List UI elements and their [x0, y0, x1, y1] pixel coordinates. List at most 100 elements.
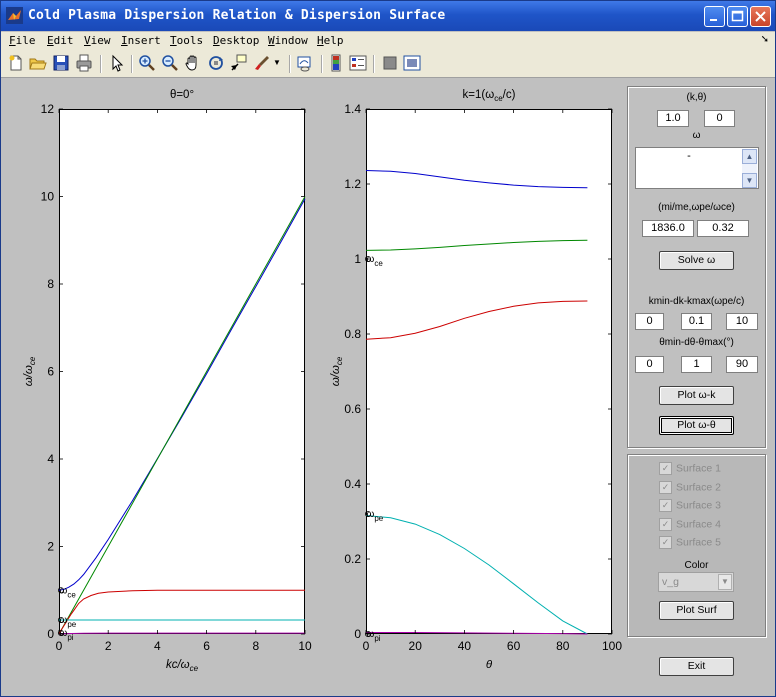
color-select[interactable]: v_g ▼: [658, 572, 734, 592]
x-tick-label: 2: [105, 639, 112, 653]
x-tick-label: 60: [507, 639, 521, 653]
rotate-3d-icon[interactable]: [207, 54, 225, 72]
menu-dock-arrow-icon[interactable]: ➘: [761, 34, 769, 45]
dk-input[interactable]: 0.1: [681, 313, 712, 330]
exit-button[interactable]: Exit: [659, 657, 734, 676]
window-title: Cold Plasma Dispersion Relation & Disper…: [28, 8, 446, 23]
surface-5-checkbox[interactable]: ✓ Surface 5: [659, 536, 721, 549]
figure-toolbar: ▼: [1, 51, 775, 78]
series-line-2: [58, 589, 305, 635]
colorbar-icon[interactable]: [327, 54, 345, 72]
x-axis-label: θ: [486, 659, 493, 671]
series-line-2: [365, 300, 588, 340]
marker-label-pe: ωpe: [367, 509, 384, 523]
minimize-button[interactable]: [704, 6, 725, 27]
hide-plot-tools-icon[interactable]: [381, 54, 399, 72]
pan-hand-icon[interactable]: [184, 54, 202, 72]
maximize-icon: [731, 10, 744, 22]
marker-label-ce: ωce: [367, 254, 384, 268]
title-bar[interactable]: Cold Plasma Dispersion Relation & Disper…: [1, 1, 775, 31]
menu-desktop[interactable]: Desktop: [213, 34, 259, 47]
legend-icon[interactable]: [349, 54, 367, 72]
surface-4-checkbox[interactable]: ✓ Surface 4: [659, 518, 721, 531]
toolbar-separator: [373, 55, 375, 73]
checkmark-icon: ✓: [659, 462, 672, 475]
plot-omega-theta: ωceωpeωpi0 20 40 60 80 10000.20.40.60.811.21.…: [330, 89, 622, 671]
scrollbar-track[interactable]: [742, 164, 757, 173]
matlab-figure-window: Cold Plasma Dispersion Relation & Disper…: [0, 0, 776, 697]
y-tick-label: 1: [354, 252, 361, 266]
new-file-icon[interactable]: [7, 54, 25, 72]
maximize-button[interactable]: [727, 6, 748, 27]
save-icon[interactable]: [52, 54, 70, 72]
checkmark-icon: ✓: [659, 536, 672, 549]
minimize-icon: [710, 19, 717, 21]
y-axis-label: ω/ωce: [330, 356, 344, 386]
theta-min-input[interactable]: 0: [635, 356, 664, 373]
plot-omega-k-button[interactable]: Plot ω-k: [659, 386, 734, 405]
plot-surf-button[interactable]: Plot Surf: [659, 601, 734, 620]
wpe-wce-input[interactable]: 0.32: [697, 220, 749, 237]
print-icon[interactable]: [75, 54, 93, 72]
plot-omega-k: ωceωpeωpi0 2 4 6 8 10024681012θ=0°kc/ωceω/ωce: [23, 89, 312, 673]
surface-3-checkbox[interactable]: ✓ Surface 3: [659, 499, 721, 512]
theta-input[interactable]: 0: [704, 110, 735, 127]
menu-file[interactable]: File: [9, 34, 36, 47]
y-tick-label: 0: [354, 627, 361, 641]
scroll-down-icon[interactable]: ▼: [742, 173, 757, 188]
scroll-up-icon[interactable]: ▲: [742, 149, 757, 164]
checkmark-icon: ✓: [659, 518, 672, 531]
menu-bar: File Edit View Insert Tools Desktop Wind…: [1, 32, 775, 51]
color-label: Color: [684, 560, 709, 571]
surface-2-checkbox[interactable]: ✓ Surface 2: [659, 481, 721, 494]
x-axis-label: kc/ωce: [166, 659, 199, 673]
matlab-logo-icon: [6, 7, 23, 24]
brush-icon[interactable]: [253, 54, 271, 72]
menu-insert[interactable]: Insert: [121, 34, 161, 47]
chevron-down-icon[interactable]: ▼: [718, 574, 732, 590]
y-tick-label: 0.6: [344, 402, 361, 416]
menu-window[interactable]: Window: [268, 34, 308, 47]
close-button[interactable]: [750, 6, 771, 27]
zoom-out-icon[interactable]: [161, 54, 179, 72]
data-cursor-icon[interactable]: [230, 54, 248, 72]
series-line-0: [58, 198, 306, 591]
y-tick-label: 0: [47, 627, 54, 641]
omega-listbox[interactable]: - ▲ ▼: [635, 147, 759, 189]
pointer-icon[interactable]: [108, 54, 126, 72]
series-line-1: [58, 196, 306, 635]
omega-list-item[interactable]: -: [636, 150, 742, 162]
series-line-1: [365, 239, 588, 251]
y-tick-label: 1.2: [344, 177, 361, 191]
omega-label: ω: [692, 130, 701, 141]
zoom-in-icon[interactable]: [138, 54, 156, 72]
menu-tools[interactable]: Tools: [170, 34, 203, 47]
k-theta-label: (k,θ): [686, 92, 707, 103]
toolbar-separator: [100, 55, 102, 73]
toolbar-separator: [131, 55, 133, 73]
solve-omega-button[interactable]: Solve ω: [659, 251, 734, 270]
link-plot-icon[interactable]: [296, 54, 314, 72]
y-axis-label: ω/ωce: [23, 356, 37, 386]
y-tick-label: 6: [47, 365, 54, 379]
show-plot-tools-icon[interactable]: [403, 54, 421, 72]
figure-canvas: ωce ωpe ωpi 0 2 4 6 8 10 0 2 4 6 8 10 12 θ=0° kc/ωce ω/ωce…: [1, 78, 775, 696]
kmax-input[interactable]: 10: [726, 313, 758, 330]
menu-edit[interactable]: Edit: [47, 34, 74, 47]
theta-max-input[interactable]: 90: [726, 356, 758, 373]
open-folder-icon[interactable]: [29, 54, 47, 72]
x-tick-label: 20: [409, 639, 423, 653]
x-tick-label: 80: [556, 639, 570, 653]
x-tick-label: 4: [154, 639, 161, 653]
chart-title: θ=0°: [170, 89, 194, 101]
mi-me-input[interactable]: 1836.0: [642, 220, 694, 237]
menu-help[interactable]: Help: [317, 34, 344, 47]
menu-view[interactable]: View: [84, 34, 111, 47]
kmin-input[interactable]: 0: [635, 313, 664, 330]
k-input[interactable]: 1.0: [657, 110, 689, 127]
plot-omega-theta-button[interactable]: Plot ω-θ: [659, 416, 734, 435]
dtheta-input[interactable]: 1: [681, 356, 712, 373]
checkmark-icon: ✓: [659, 499, 672, 512]
x-tick-label: 6: [203, 639, 210, 653]
surface-1-checkbox[interactable]: ✓ Surface 1: [659, 462, 721, 475]
